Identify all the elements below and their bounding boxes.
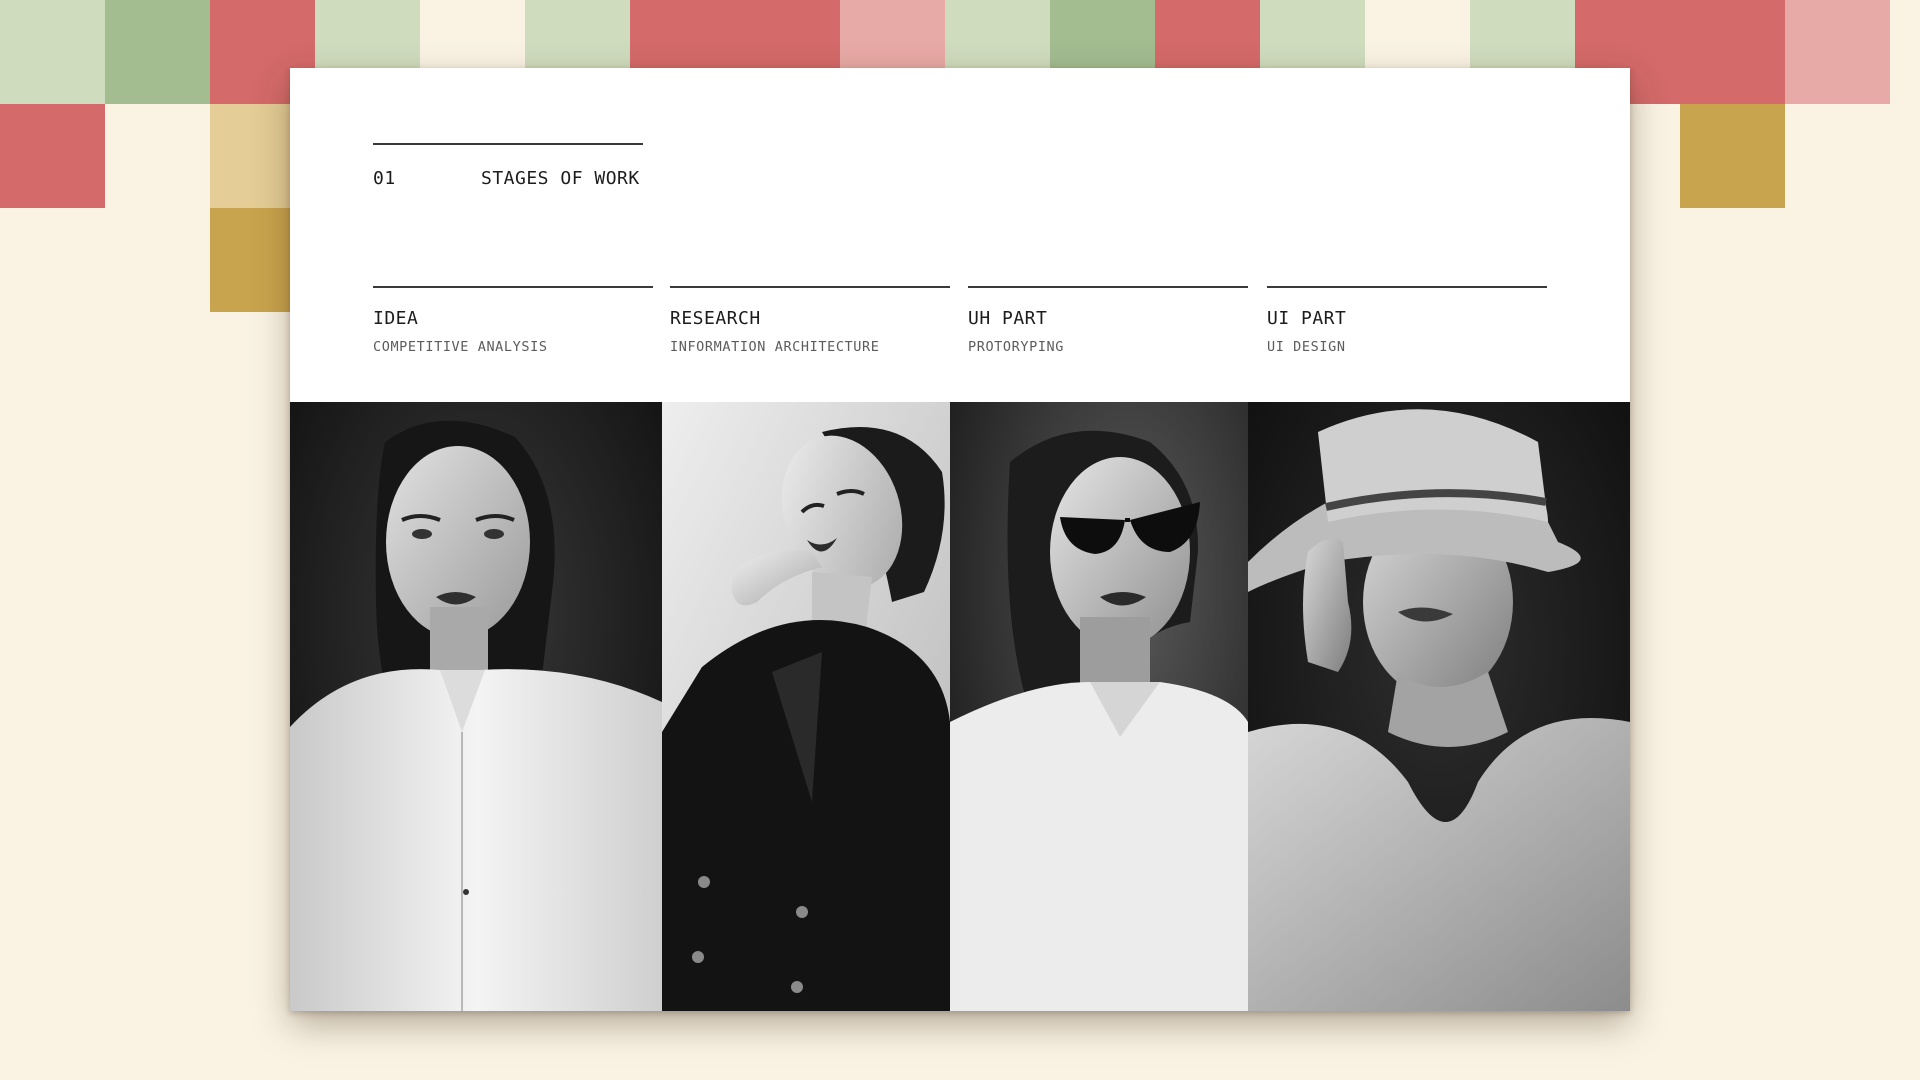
stage-name: UH PART (968, 308, 1048, 329)
tile (1680, 0, 1785, 104)
stage-subtitle: COMPETITIVE ANALYSIS (373, 339, 548, 355)
tile (0, 0, 105, 104)
header-divider (373, 143, 643, 145)
portrait-white-jacket (290, 402, 662, 1011)
portrait-hat (1248, 402, 1630, 1011)
stage-uh-part: UH PART PROTORYPING (968, 286, 1248, 355)
stage-name: UI PART (1267, 308, 1347, 329)
stage-divider (1267, 286, 1547, 288)
slide-number: 01 (373, 168, 396, 189)
stage-divider (670, 286, 950, 288)
tile (1785, 0, 1890, 104)
stage-divider (373, 286, 653, 288)
stage-name: IDEA (373, 308, 419, 329)
stage-subtitle: PROTORYPING (968, 339, 1065, 355)
slide-title: STAGES OF WORK (481, 168, 640, 189)
stage-divider (968, 286, 1248, 288)
portrait-black-blazer (662, 402, 950, 1011)
stage-subtitle: INFORMATION ARCHITECTURE (670, 339, 880, 355)
stage-subtitle: UI DESIGN (1267, 339, 1346, 355)
stage-name: RESEARCH (670, 308, 761, 329)
stage-ui-part: UI PART UI DESIGN (1267, 286, 1547, 355)
tile (1680, 104, 1785, 208)
tile (0, 104, 105, 208)
photo-strip (290, 402, 1630, 1011)
slide-card: 01 STAGES OF WORK IDEA COMPETITIVE ANALY… (290, 68, 1630, 1011)
tile (105, 0, 210, 104)
stage-idea: IDEA COMPETITIVE ANALYSIS (373, 286, 653, 355)
portrait-sunglasses (950, 402, 1248, 1011)
stage-research: RESEARCH INFORMATION ARCHITECTURE (670, 286, 950, 355)
